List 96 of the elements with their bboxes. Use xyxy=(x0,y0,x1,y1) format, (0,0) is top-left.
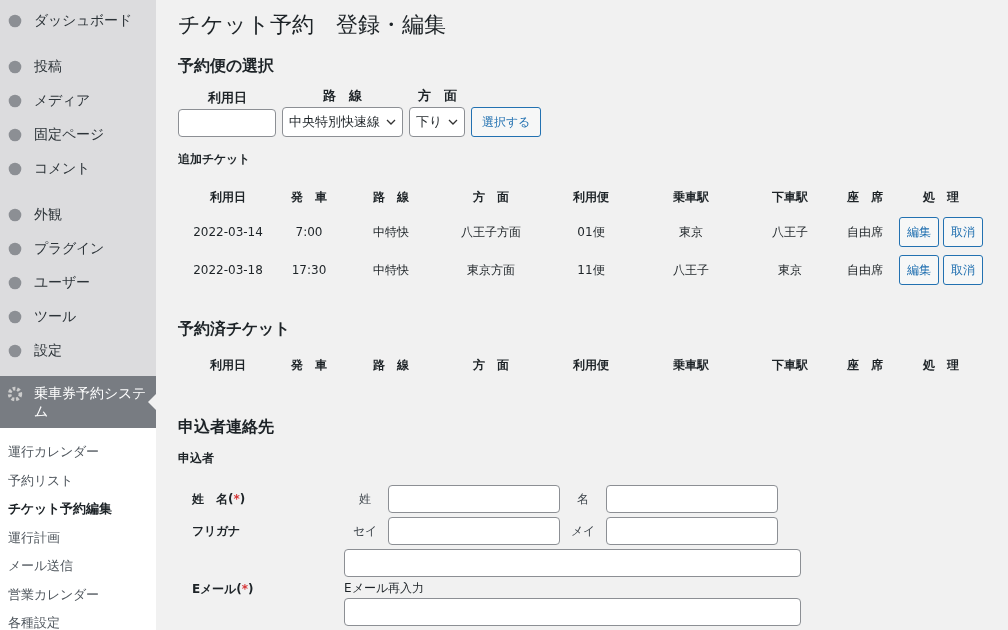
menu-icon xyxy=(6,240,24,258)
field-label: フリガナ xyxy=(192,522,241,540)
column-header: 処 理 xyxy=(922,189,960,206)
field-label: 利用日 xyxy=(207,89,247,107)
menu-item[interactable]: 投稿 xyxy=(0,50,156,84)
table-cell-text: 11便 xyxy=(576,261,606,279)
menu-item[interactable]: 固定ページ xyxy=(0,118,156,152)
field-label: 名 xyxy=(576,490,590,508)
date-field[interactable] xyxy=(178,109,276,137)
section-heading: 申込者連絡先 xyxy=(178,417,275,438)
menu-item[interactable]: コメント xyxy=(0,152,156,186)
table-cell-text: 八王子方面 xyxy=(460,223,522,241)
menu-item[interactable]: メディア xyxy=(0,84,156,118)
menu-icon xyxy=(6,12,24,30)
table-cell-text: 2022-03-14 xyxy=(192,224,264,241)
last-name-field[interactable] xyxy=(388,485,560,513)
caret-icon xyxy=(386,119,396,125)
menu-icon xyxy=(6,206,24,224)
action-button[interactable]: 取消 xyxy=(943,255,983,285)
action-button[interactable]: 取消 xyxy=(943,217,983,247)
menu-icon xyxy=(6,92,24,110)
caret-icon xyxy=(448,119,458,125)
menu-icon xyxy=(6,58,24,76)
column-header: 利用日 xyxy=(209,357,247,374)
submenu-item[interactable]: メール送信 xyxy=(0,552,156,581)
table-cell-text: 自由席 xyxy=(846,261,884,279)
table-cell-text: 2022-03-18 xyxy=(192,262,264,279)
select-button[interactable]: 選択する xyxy=(471,107,541,137)
email-field[interactable] xyxy=(344,549,801,577)
submenu-item[interactable]: チケット予約編集 xyxy=(0,495,156,524)
table-cell-text: 八王子 xyxy=(672,261,710,279)
column-header: 座 席 xyxy=(846,357,884,374)
column-header: 乗車駅 xyxy=(672,357,710,374)
field-label: 姓 xyxy=(358,490,372,508)
active-menu-item[interactable]: 乗車券予約システム xyxy=(0,376,156,428)
column-header: 下車駅 xyxy=(771,189,809,206)
direction-dropdown[interactable]: 下り xyxy=(409,107,465,137)
menu-icon xyxy=(6,126,24,144)
menu-item[interactable]: 外観 xyxy=(0,198,156,232)
column-header: 発 車 xyxy=(290,357,328,374)
gear-icon xyxy=(6,385,24,403)
field-label: 路 線 xyxy=(323,87,362,105)
field-label: Eメール(*) xyxy=(192,581,255,598)
first-name-field[interactable] xyxy=(606,485,778,513)
field-label: Eメール再入力 xyxy=(344,580,425,597)
menu-icon xyxy=(6,342,24,360)
field-label: 方 面 xyxy=(417,87,457,105)
table-cell-text: 17:30 xyxy=(290,262,328,279)
column-header: 発 車 xyxy=(290,189,328,206)
field-label: 姓 名(*) xyxy=(192,490,247,508)
column-header: 利用日 xyxy=(209,189,247,206)
menu-item[interactable]: ユーザー xyxy=(0,266,156,300)
last-name-kana-field[interactable] xyxy=(388,517,560,545)
column-header: 座 席 xyxy=(846,189,884,206)
column-header: 利用便 xyxy=(572,189,610,206)
table-cell-text: 自由席 xyxy=(846,223,884,241)
field-label: メイ xyxy=(570,522,596,540)
table-cell-text: 八王子 xyxy=(771,223,809,241)
table-cell-text: 東京 xyxy=(777,261,803,279)
table-cell-text: 東京 xyxy=(678,223,704,241)
email-confirm-field[interactable] xyxy=(344,598,801,626)
column-header: 利用便 xyxy=(572,357,610,374)
menu-item[interactable]: プラグイン xyxy=(0,232,156,266)
column-header: 方 面 xyxy=(472,189,510,206)
column-header: 方 面 xyxy=(472,357,510,374)
subsection-heading: 追加チケット xyxy=(178,151,251,168)
submenu-item[interactable]: 営業カレンダー xyxy=(0,580,156,609)
table-cell-text: 中特快 xyxy=(372,261,410,279)
menu-icon xyxy=(6,308,24,326)
page-title: チケット予約 登録・編集 xyxy=(178,11,447,39)
route-dropdown[interactable]: 中央特別快速線 xyxy=(282,107,403,137)
section-heading: 予約済チケット xyxy=(178,319,291,340)
menu-item[interactable]: ツール xyxy=(0,300,156,334)
action-button[interactable]: 編集 xyxy=(899,255,939,285)
submenu-item[interactable]: 運行カレンダー xyxy=(0,438,156,467)
submenu-item[interactable]: 予約リスト xyxy=(0,466,156,495)
column-header: 乗車駅 xyxy=(672,189,710,206)
table-cell-text: 01便 xyxy=(576,223,606,241)
menu-icon xyxy=(6,274,24,292)
table-cell-text: 東京方面 xyxy=(466,261,516,279)
action-button[interactable]: 編集 xyxy=(899,217,939,247)
submenu-item[interactable]: 各種設定 xyxy=(0,609,156,630)
column-header: 路 線 xyxy=(372,189,410,206)
column-header: 路 線 xyxy=(372,357,410,374)
submenu-item[interactable]: 運行計画 xyxy=(0,523,156,552)
column-header: 処 理 xyxy=(922,357,960,374)
menu-item[interactable]: ダッシュボード xyxy=(0,4,156,38)
menu-item[interactable]: 設定 xyxy=(0,334,156,368)
field-label: セイ xyxy=(352,522,378,540)
section-heading: 予約便の選択 xyxy=(178,56,275,77)
menu-icon xyxy=(6,160,24,178)
subsection-heading: 申込者 xyxy=(178,450,215,467)
column-header: 下車駅 xyxy=(771,357,809,374)
first-name-kana-field[interactable] xyxy=(606,517,778,545)
table-cell-text: 中特快 xyxy=(372,223,410,241)
table-cell-text: 7:00 xyxy=(294,224,324,241)
